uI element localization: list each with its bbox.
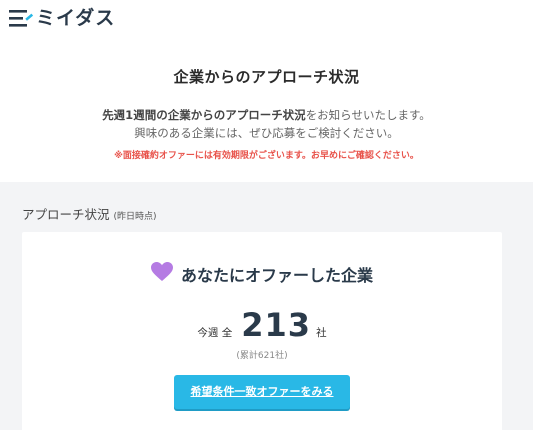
section-label-main: アプローチ状況 — [22, 207, 110, 222]
approach-status-section: アプローチ状況 (昨日時点) あなたにオファーした企業 今週 全 213 社 (累… — [0, 182, 533, 430]
section-label: アプローチ状況 (昨日時点) — [22, 204, 157, 223]
offer-count-row: 今週 全 213 社 — [22, 306, 502, 344]
hero-section: 企業からのアプローチ状況 先週1週間の企業からのアプローチ状況をお知らせいたしま… — [0, 40, 533, 182]
header: ミイダス — [0, 0, 533, 40]
hero-description: 先週1週間の企業からのアプローチ状況をお知らせいたします。 興味のある企業には、… — [0, 106, 533, 142]
expiry-notice: ※面接確約オファーには有効期限がございます。お早めにご確認ください。 — [114, 151, 419, 161]
offer-card: あなたにオファーした企業 今週 全 213 社 (累計621社) 希望条件一致オ… — [22, 232, 502, 430]
hero-description-line2: 興味のある企業には、ぜひ応募をご検討ください。 — [134, 126, 399, 140]
hero-description-bold: 先週1週間の企業からのアプローチ状況 — [102, 108, 306, 122]
cumulative-count: (累計621社) — [236, 351, 288, 361]
page-title: 企業からのアプローチ状況 — [173, 68, 360, 86]
view-matching-offers-button[interactable]: 希望条件一致オファーをみる — [174, 375, 350, 409]
hero-description-rest: をお知らせいたします。 — [305, 108, 431, 122]
section-label-sub: (昨日時点) — [113, 212, 157, 222]
count-unit: 社 — [316, 327, 327, 339]
card-title-text: あなたにオファーした企業 — [180, 266, 373, 285]
hero-description-line1: 先週1週間の企業からのアプローチ状況をお知らせいたします。 — [0, 106, 533, 124]
miidas-logo-icon — [9, 10, 34, 27]
logo-text: ミイダス — [36, 7, 116, 29]
card-title: あなたにオファーした企業 — [22, 262, 502, 286]
offer-count: 213 — [241, 306, 312, 344]
logo[interactable]: ミイダス — [8, 4, 115, 32]
count-prefix: 今週 全 — [197, 327, 233, 339]
heart-icon — [150, 262, 173, 286]
